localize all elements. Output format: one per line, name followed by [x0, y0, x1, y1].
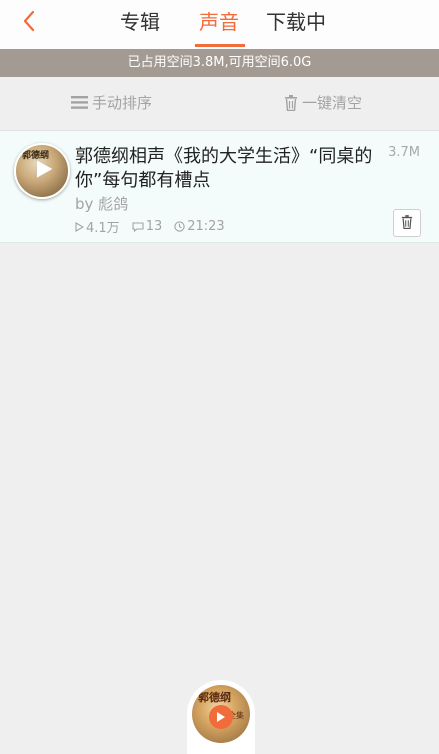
comment-count: 13	[132, 219, 163, 234]
active-tab-indicator	[195, 44, 245, 47]
manual-sort-label: 手动排序	[92, 94, 153, 112]
tab-downloading[interactable]: 下载中	[266, 8, 326, 36]
trash-icon	[284, 94, 298, 111]
comment-icon	[132, 221, 144, 232]
play-triangle-icon	[75, 221, 84, 232]
list-item[interactable]: 郭德纲 郭德纲相声《我的大学生活》“同桌的你”每句都有槽点 3.7M by 彪鸽…	[0, 131, 439, 243]
storage-info-bar: 已占用空间3.8M,可用空间6.0G	[0, 49, 439, 77]
trash-icon	[401, 214, 413, 233]
play-count: 4.1万	[75, 217, 120, 236]
delete-track-button[interactable]	[393, 209, 421, 237]
track-author: by 彪鸽	[75, 195, 129, 213]
track-meta: 4.1万 13 21:23	[75, 217, 237, 236]
tab-bar: 专辑 声音 下载中	[0, 0, 439, 49]
clear-all-button[interactable]: 一键清空	[284, 92, 362, 113]
track-title[interactable]: 郭德纲相声《我的大学生活》“同桌的你”每句都有槽点	[75, 145, 375, 193]
tab-albums[interactable]: 专辑	[120, 8, 160, 36]
mini-player-button[interactable]: 郭德纲 全集	[192, 685, 250, 743]
tab-sounds[interactable]: 声音	[199, 8, 239, 36]
play-icon	[36, 159, 54, 183]
list-icon	[71, 96, 88, 109]
duration: 21:23	[174, 219, 225, 234]
top-nav-bar: 专辑 声音 下载中	[0, 0, 439, 49]
play-count-value: 4.1万	[86, 221, 120, 236]
comment-count-value: 13	[145, 219, 163, 234]
clock-icon	[174, 221, 185, 232]
actions-row: 手动排序 一键清空	[0, 77, 439, 131]
track-cover-play-button[interactable]: 郭德纲	[14, 143, 70, 199]
clear-all-label: 一键清空	[302, 94, 363, 112]
track-size: 3.7M	[388, 145, 420, 160]
duration-value: 21:23	[187, 219, 225, 234]
player-caption: 郭德纲	[198, 691, 231, 704]
manual-sort-button[interactable]: 手动排序	[71, 92, 152, 113]
play-icon	[209, 704, 233, 729]
